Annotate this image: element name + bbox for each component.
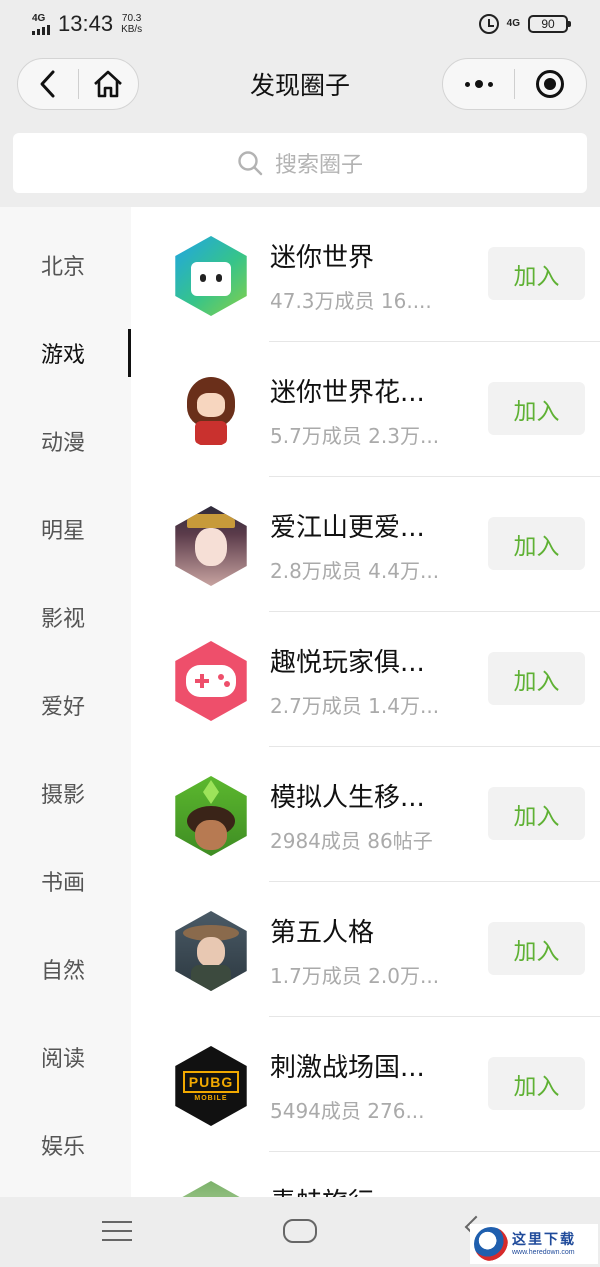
nav-capsule-right xyxy=(442,58,587,110)
join-button[interactable]: 加入 xyxy=(488,787,585,840)
circle-stats: 5494成员 276... xyxy=(270,1099,425,1123)
sidebar-item-film[interactable]: 影视 xyxy=(0,573,131,661)
circle-row[interactable]: 第五人格 1.7万成员 2.0万... 加入 xyxy=(131,882,600,1017)
close-miniprogram-button[interactable] xyxy=(515,59,586,109)
join-button[interactable]: 加入 xyxy=(488,247,585,300)
watermark: 这里下载 www.heredown.com xyxy=(470,1224,598,1264)
sidebar-item-beijing[interactable]: 北京 xyxy=(0,221,131,309)
circle-row[interactable]: 青蛙旅行 xyxy=(131,1152,600,1197)
join-button[interactable]: 加入 xyxy=(488,1057,585,1110)
costume-lady-avatar-icon xyxy=(175,506,247,586)
nav-capsule-left xyxy=(17,58,139,110)
identity-v-avatar-icon xyxy=(175,911,247,991)
circle-stats: 2.7万成员 1.4万... xyxy=(270,694,440,718)
search-icon xyxy=(238,151,263,176)
back-button[interactable] xyxy=(18,59,78,109)
circle-list: 迷你世界 47.3万成员 16.... 加入 迷你世界花... 5.7万成员 2… xyxy=(131,207,600,1197)
pubg-logo-sub: MOBILE xyxy=(194,1094,228,1102)
watermark-text: 这里下载 xyxy=(512,1231,576,1248)
pubg-avatar-icon: PUBG MOBILE xyxy=(175,1046,247,1126)
circle-stats: 1.7万成员 2.0万... xyxy=(270,964,440,988)
frog-avatar-icon xyxy=(175,1181,247,1197)
network-speed: 70.3 KB/s xyxy=(121,13,143,35)
circle-title: 爱江山更爱... xyxy=(270,513,425,543)
home-pill-icon[interactable] xyxy=(283,1219,317,1243)
circle-title: 迷你世界花... xyxy=(270,378,425,408)
signal-icon: 4G xyxy=(32,12,50,35)
mini-world-avatar-icon xyxy=(175,236,247,316)
circle-title: 迷你世界 xyxy=(270,243,375,273)
network-type-right: 4G xyxy=(506,18,520,29)
category-sidebar: 北京 游戏 动漫 明星 影视 爱好 摄影 书画 自然 阅读 娱乐 xyxy=(0,207,131,1197)
battery-level: 90 xyxy=(541,17,555,31)
circle-title: 第五人格 xyxy=(270,918,375,948)
anime-girl-avatar-icon xyxy=(175,371,247,451)
join-button[interactable]: 加入 xyxy=(488,382,585,435)
circle-row[interactable]: 爱江山更爱... 2.8万成员 4.4万... 加入 xyxy=(131,477,600,612)
alarm-icon xyxy=(478,14,499,34)
circle-title: 青蛙旅行 xyxy=(270,1182,374,1197)
circle-row[interactable]: 迷你世界 47.3万成员 16.... 加入 xyxy=(131,207,600,342)
gamepad-avatar-icon xyxy=(175,641,247,721)
target-icon xyxy=(536,70,565,98)
menu-icon[interactable] xyxy=(102,1221,132,1241)
watermark-url: www.heredown.com xyxy=(512,1248,575,1256)
sidebar-item-stars[interactable]: 明星 xyxy=(0,485,131,573)
more-dots-icon xyxy=(464,80,493,88)
sims-avatar-icon xyxy=(175,776,247,856)
sidebar-item-hobby[interactable]: 爱好 xyxy=(0,661,131,749)
circle-title: 刺激战场国... xyxy=(270,1053,425,1083)
home-button[interactable] xyxy=(78,59,138,109)
network-type: 4G xyxy=(32,12,46,24)
status-bar: 4G 13:43 70.3 KB/s 4G 90 xyxy=(0,0,600,48)
sidebar-item-entertainment[interactable]: 娱乐 xyxy=(0,1101,131,1189)
circle-row[interactable]: 趣悦玩家俱... 2.7万成员 1.4万... 加入 xyxy=(131,612,600,747)
circle-stats: 2.8万成员 4.4万... xyxy=(270,559,440,583)
pubg-logo: PUBG xyxy=(182,1070,240,1093)
watermark-logo-icon xyxy=(474,1227,508,1261)
circle-stats: 5.7万成员 2.3万... xyxy=(270,424,440,448)
sidebar-item-reading[interactable]: 阅读 xyxy=(0,1013,131,1101)
gamepad-icon xyxy=(186,665,236,697)
sidebar-item-photography[interactable]: 摄影 xyxy=(0,749,131,837)
battery-icon: 90 xyxy=(528,15,571,33)
sidebar-item-painting[interactable]: 书画 xyxy=(0,837,131,925)
circle-stats: 2984成员 86帖子 xyxy=(270,829,433,853)
sidebar-item-nature[interactable]: 自然 xyxy=(0,925,131,1013)
join-button[interactable]: 加入 xyxy=(488,652,585,705)
circle-row[interactable]: 迷你世界花... 5.7万成员 2.3万... 加入 xyxy=(131,342,600,477)
join-button[interactable]: 加入 xyxy=(488,922,585,975)
clock-time: 13:43 xyxy=(58,11,114,36)
sidebar-item-games[interactable]: 游戏 xyxy=(0,309,131,397)
search-input[interactable]: 搜索圈子 xyxy=(13,133,587,193)
home-icon xyxy=(94,70,123,98)
circle-stats: 47.3万成员 16.... xyxy=(270,289,432,313)
sidebar-item-anime[interactable]: 动漫 xyxy=(0,397,131,485)
circle-title: 趣悦玩家俱... xyxy=(270,648,425,678)
search-placeholder: 搜索圈子 xyxy=(274,153,363,178)
circle-row[interactable]: 模拟人生移... 2984成员 86帖子 加入 xyxy=(131,747,600,882)
chevron-left-icon xyxy=(40,70,55,98)
circle-title: 模拟人生移... xyxy=(270,783,425,813)
join-button[interactable]: 加入 xyxy=(488,517,585,570)
more-button[interactable] xyxy=(443,59,514,109)
circle-row[interactable]: PUBG MOBILE 刺激战场国... 5494成员 276... 加入 xyxy=(131,1017,600,1152)
nav-bar: 发现圈子 xyxy=(0,48,600,126)
